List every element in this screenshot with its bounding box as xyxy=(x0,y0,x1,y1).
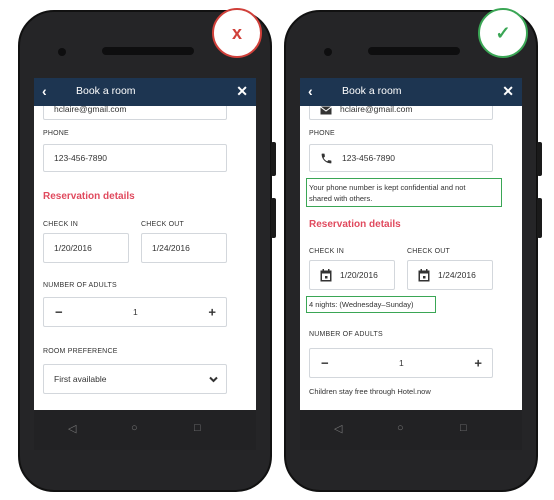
back-icon[interactable]: ‹ xyxy=(308,83,313,99)
correct-badge: ✓ xyxy=(478,8,528,58)
chevron-down-icon xyxy=(209,376,218,383)
nav-home-icon[interactable]: ○ xyxy=(131,422,138,434)
email-field[interactable]: hclaire@gmail.com xyxy=(43,106,227,120)
camera xyxy=(324,48,332,56)
form-content[interactable]: hclaire@gmail.com PHONE 123-456-7890 Res… xyxy=(34,106,256,410)
app-bar: ‹ Book a room ✕ xyxy=(34,78,256,106)
nights-summary: 4 nights: (Wednesday–Sunday) xyxy=(309,300,414,309)
android-nav-bar: ◁ ○ □ xyxy=(300,410,522,450)
adults-value: 1 xyxy=(399,358,404,368)
children-note: Children stay free through Hotel.now xyxy=(309,387,431,396)
section-heading: Reservation details xyxy=(43,191,135,202)
screen: ‹ Book a room ✕ hclaire@gmail.com PHONE … xyxy=(34,78,256,450)
calendar-icon xyxy=(320,269,332,282)
check-in-label: CHECK IN xyxy=(43,221,79,228)
phone-privacy-note: Your phone number is kept confidential a… xyxy=(309,183,466,203)
check-in-field[interactable]: 1/20/2016 xyxy=(43,233,129,263)
nav-recent-icon[interactable]: □ xyxy=(194,422,201,434)
wrong-badge: x xyxy=(212,8,262,58)
power-button xyxy=(271,198,276,238)
nav-back-icon[interactable]: ◁ xyxy=(68,422,76,435)
check-out-field[interactable]: 1/24/2016 xyxy=(407,260,493,290)
phone-right-example: ‹ Book a room ✕ hclaire@gmail.com PHONE … xyxy=(284,10,542,492)
check-in-field[interactable]: 1/20/2016 xyxy=(309,260,395,290)
page-title: Book a room xyxy=(76,85,136,97)
section-heading: Reservation details xyxy=(309,219,401,230)
adults-label: NUMBER OF ADULTS xyxy=(43,282,117,289)
phone-field[interactable]: 123-456-7890 xyxy=(43,144,227,172)
power-button xyxy=(537,198,542,238)
adults-value: 1 xyxy=(133,307,138,317)
check-in-label: CHECK IN xyxy=(309,248,345,255)
plus-icon[interactable]: + xyxy=(208,305,216,320)
phone-icon xyxy=(321,153,332,164)
nav-home-icon[interactable]: ○ xyxy=(397,422,404,434)
adults-stepper[interactable]: − 1 + xyxy=(309,348,493,378)
check-out-label: CHECK OUT xyxy=(141,221,185,228)
x-icon: x xyxy=(231,23,242,43)
volume-button xyxy=(537,142,542,176)
minus-icon[interactable]: − xyxy=(55,305,63,320)
phone-label: PHONE xyxy=(309,130,335,137)
minus-icon[interactable]: − xyxy=(321,356,329,371)
phone-field[interactable]: 123-456-7890 xyxy=(309,144,493,172)
email-field[interactable]: hclaire@gmail.com xyxy=(309,106,493,120)
app-bar: ‹ Book a room ✕ xyxy=(300,78,522,106)
android-nav-bar: ◁ ○ □ xyxy=(34,410,256,450)
camera xyxy=(58,48,66,56)
page-title: Book a room xyxy=(342,85,402,97)
close-icon[interactable]: ✕ xyxy=(502,83,514,100)
adults-label: NUMBER OF ADULTS xyxy=(309,331,383,338)
close-icon[interactable]: ✕ xyxy=(236,83,248,100)
room-pref-label: ROOM PREFERENCE xyxy=(43,348,118,355)
speaker xyxy=(368,47,460,55)
phone-label: PHONE xyxy=(43,130,69,137)
mail-icon xyxy=(320,106,332,115)
nav-back-icon[interactable]: ◁ xyxy=(334,422,342,435)
nav-recent-icon[interactable]: □ xyxy=(460,422,467,434)
check-out-field[interactable]: 1/24/2016 xyxy=(141,233,227,263)
form-content[interactable]: hclaire@gmail.com PHONE 123-456-7890 You… xyxy=(300,106,522,410)
screen: ‹ Book a room ✕ hclaire@gmail.com PHONE … xyxy=(300,78,522,450)
volume-button xyxy=(271,142,276,176)
adults-stepper[interactable]: − 1 + xyxy=(43,297,227,327)
speaker xyxy=(102,47,194,55)
calendar-icon xyxy=(418,269,430,282)
back-icon[interactable]: ‹ xyxy=(42,83,47,99)
check-out-label: CHECK OUT xyxy=(407,248,451,255)
phone-wrong-example: ‹ Book a room ✕ hclaire@gmail.com PHONE … xyxy=(18,10,276,492)
room-pref-select[interactable]: First available xyxy=(43,364,227,394)
plus-icon[interactable]: + xyxy=(474,356,482,371)
checkmark-icon: ✓ xyxy=(495,23,511,43)
